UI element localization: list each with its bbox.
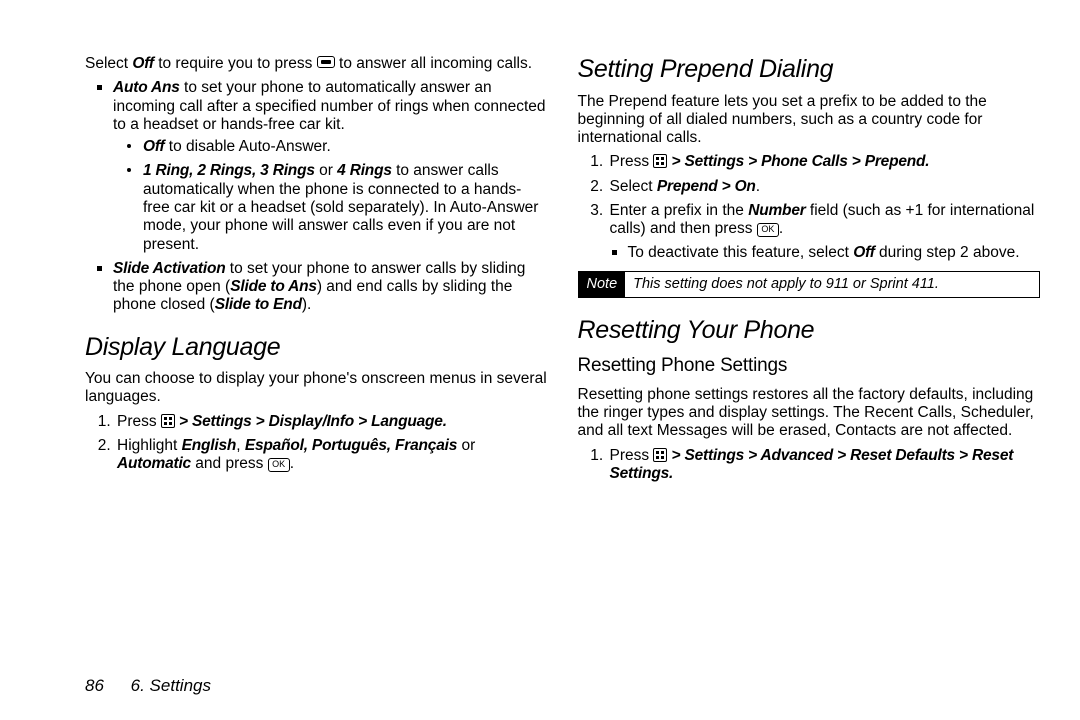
section-title: 6. Settings xyxy=(131,676,211,695)
page-footer: 86 6. Settings xyxy=(85,676,211,696)
right-column: Setting Prepend Dialing The Prepend feat… xyxy=(578,55,1041,620)
text: Enter a prefix in the xyxy=(610,202,749,219)
lang-english: English xyxy=(182,437,237,454)
menu-path: Prepend > On xyxy=(657,178,756,195)
text: to answer all incoming calls. xyxy=(335,55,532,72)
auto-ans-sublist: Off to disable Auto-Answer. 1 Ring, 2 Ri… xyxy=(113,138,548,254)
menu-key-icon xyxy=(653,448,667,462)
rings-item: 1 Ring, 2 Rings, 3 Rings or 4 Rings to a… xyxy=(135,162,548,253)
prepend-steps: Press > Settings > Phone Calls > Prepend… xyxy=(578,153,1041,262)
text: Highlight xyxy=(117,437,182,454)
text: ). xyxy=(302,296,311,313)
menu-path: > Settings > Phone Calls > Prepend. xyxy=(667,153,929,170)
text: , xyxy=(236,437,245,454)
display-language-steps: Press > Settings > Display/Info > Langua… xyxy=(85,413,548,474)
prepend-step-3: Enter a prefix in the Number field (such… xyxy=(608,202,1041,263)
prepend-heading: Setting Prepend Dialing xyxy=(578,55,1041,85)
text: Press xyxy=(610,447,654,464)
text: and press xyxy=(191,455,268,472)
page-body: Select Off to require you to press to an… xyxy=(0,0,1080,640)
menu-key-icon xyxy=(161,414,175,428)
reset-steps: Press > Settings > Advanced > Reset Defa… xyxy=(578,447,1041,484)
auto-ans-item: Auto Ans to set your phone to automatica… xyxy=(103,79,548,254)
sub-off-item: Off to disable Auto-Answer. xyxy=(135,138,548,156)
slide-to-ans: Slide to Ans xyxy=(230,278,317,295)
text: Select xyxy=(610,178,657,195)
lang-automatic: Automatic xyxy=(117,455,191,472)
text: or xyxy=(315,162,337,179)
text: during step 2 above. xyxy=(875,244,1020,261)
menu-key-icon xyxy=(653,154,667,168)
deactivate-item: To deactivate this feature, select Off d… xyxy=(618,244,1041,262)
text: or xyxy=(457,437,475,454)
text: Press xyxy=(117,413,161,430)
rings-label-4: 4 Rings xyxy=(337,162,392,179)
number-label: Number xyxy=(748,202,805,219)
text: to require you to press xyxy=(154,55,317,72)
auto-ans-label: Auto Ans xyxy=(113,79,180,96)
off-label: Off xyxy=(853,244,875,261)
prepend-step-2: Select Prepend > On. xyxy=(608,178,1041,196)
note-box: Note This setting does not apply to 911 … xyxy=(578,271,1041,298)
dl-step-2: Highlight English, Español, Português, F… xyxy=(115,437,548,474)
display-language-para: You can choose to display your phone's o… xyxy=(85,370,548,407)
note-tag: Note xyxy=(579,272,626,297)
reset-step-1: Press > Settings > Advanced > Reset Defa… xyxy=(608,447,1041,484)
reset-para: Resetting phone settings restores all th… xyxy=(578,386,1041,441)
slide-activation-item: Slide Activation to set your phone to an… xyxy=(103,260,548,315)
lang-others: Español, Português, Français xyxy=(245,437,457,454)
dl-step-1: Press > Settings > Display/Info > Langua… xyxy=(115,413,548,431)
ok-key-icon: OK xyxy=(268,458,290,472)
text: Select xyxy=(85,55,132,72)
left-column: Select Off to require you to press to an… xyxy=(85,55,548,620)
rings-label: 1 Ring, 2 Rings, 3 Rings xyxy=(143,162,315,179)
text: To deactivate this feature, select xyxy=(628,244,854,261)
display-language-heading: Display Language xyxy=(85,333,548,363)
text: . xyxy=(779,220,783,237)
reset-subheading: Resetting Phone Settings xyxy=(578,355,1041,377)
ok-key-icon: OK xyxy=(757,223,779,237)
off-label: Off xyxy=(132,55,154,72)
answer-key-icon xyxy=(317,56,335,68)
select-off-paragraph: Select Off to require you to press to an… xyxy=(85,55,548,73)
note-message: This setting does not apply to 911 or Sp… xyxy=(625,272,947,297)
page-number: 86 xyxy=(85,676,104,695)
menu-path: > Settings > Advanced > Reset Defaults >… xyxy=(610,447,1014,482)
prepend-para: The Prepend feature lets you set a prefi… xyxy=(578,93,1041,148)
prepend-step-1: Press > Settings > Phone Calls > Prepend… xyxy=(608,153,1041,171)
menu-path: > Settings > Display/Info > Language. xyxy=(175,413,447,430)
slide-label: Slide Activation xyxy=(113,260,226,277)
text: to disable Auto-Answer. xyxy=(165,138,331,155)
auto-ans-list: Auto Ans to set your phone to automatica… xyxy=(85,79,548,314)
text: . xyxy=(290,455,294,472)
text: . xyxy=(756,178,760,195)
slide-to-end: Slide to End xyxy=(215,296,302,313)
deactivate-list: To deactivate this feature, select Off d… xyxy=(610,244,1041,262)
off-label: Off xyxy=(143,138,165,155)
text: Press xyxy=(610,153,654,170)
reset-heading: Resetting Your Phone xyxy=(578,316,1041,346)
